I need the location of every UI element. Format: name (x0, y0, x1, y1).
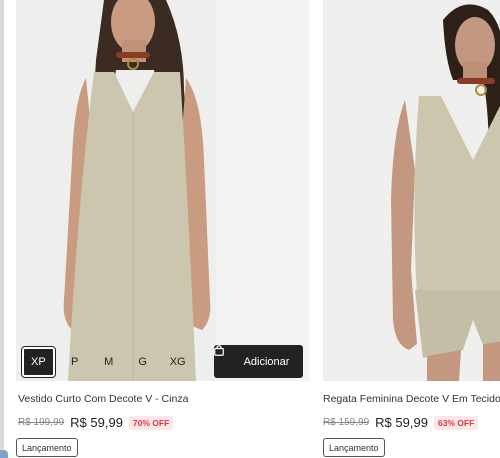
size-option-xp[interactable]: XP (21, 345, 56, 378)
product-card[interactable]: XP P M G XG Adicionar Vestido Curto Com … (16, 0, 309, 457)
sale-price: R$ 59,99 (70, 415, 123, 430)
original-price: R$ 159,99 (323, 417, 370, 428)
original-price: R$ 199,99 (18, 417, 65, 428)
new-arrival-badge: Lançamento (323, 438, 385, 457)
new-arrival-badge: Lançamento (16, 438, 78, 457)
size-option-p[interactable]: P (61, 347, 89, 377)
product-title[interactable]: Vestido Curto Com Decote V - Cinza (18, 393, 308, 405)
product-image[interactable] (323, 0, 500, 381)
previous-card-edge (0, 0, 4, 458)
product-image[interactable]: XP P M G XG Adicionar (16, 0, 309, 381)
price-row: R$ 199,99 R$ 59,99 70% OFF (18, 415, 174, 430)
product-photo-illustration (16, 0, 309, 381)
size-option-m[interactable]: M (95, 347, 123, 377)
sale-price: R$ 59,99 (375, 415, 428, 430)
discount-badge: 63% OFF (433, 415, 479, 430)
size-option-g[interactable]: G (129, 347, 157, 377)
size-option-xg[interactable]: XG (163, 347, 193, 377)
shopping-bag-icon (214, 345, 238, 367)
product-card[interactable]: Regata Feminina Decote V Em Tecido Cr R$… (323, 0, 500, 457)
scroll-indicator (0, 450, 8, 458)
product-photo-illustration (323, 0, 500, 381)
price-row: R$ 159,99 R$ 59,99 63% OFF (323, 415, 479, 430)
add-to-cart-label: Adicionar (243, 355, 290, 368)
add-to-cart-button[interactable]: Adicionar (214, 345, 303, 378)
discount-badge: 70% OFF (128, 415, 174, 430)
product-title[interactable]: Regata Feminina Decote V Em Tecido Cr (323, 393, 500, 405)
size-selector: XP P M G XG (21, 345, 193, 378)
